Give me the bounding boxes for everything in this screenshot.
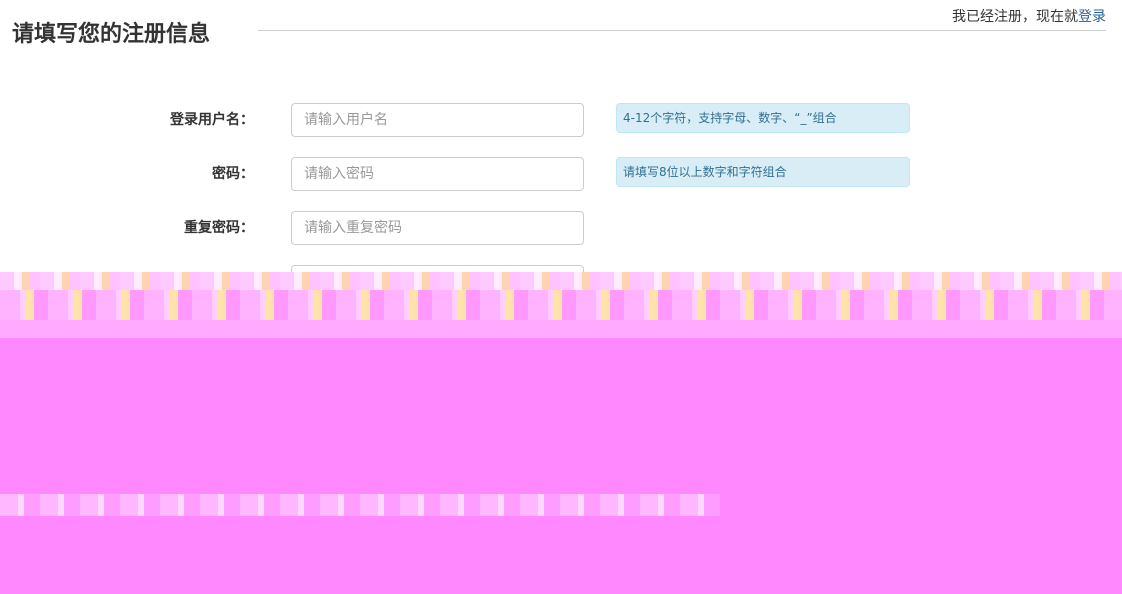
username-input[interactable]	[291, 103, 584, 137]
login-link[interactable]: 登录	[1078, 9, 1106, 25]
corrupted-band	[0, 272, 1122, 290]
username-label: 登录用户名：	[170, 112, 254, 128]
corrupted-band	[0, 290, 1122, 320]
corrupted-band	[0, 320, 1122, 338]
form-row-repeat-password: 重复密码：	[0, 211, 1122, 245]
username-hint: 4-12个字符，支持字母、数字、“_”组合	[616, 103, 910, 133]
title-divider	[258, 30, 1106, 31]
page-title: 请填写您的注册信息	[12, 22, 211, 47]
login-prompt-text: 我已经注册，现在就	[952, 9, 1078, 25]
repeat-password-input[interactable]	[291, 211, 584, 245]
login-prompt: 我已经注册，现在就登录	[952, 6, 1106, 26]
corrupted-band	[0, 494, 720, 516]
password-input[interactable]	[291, 157, 584, 191]
repeat-password-label: 重复密码：	[184, 220, 254, 236]
password-label: 密码：	[212, 166, 254, 182]
form-row-password: 密码： 请填写8位以上数字和字符组合	[0, 157, 1122, 191]
form-row-username: 登录用户名： 4-12个字符，支持字母、数字、“_”组合	[0, 103, 1122, 137]
password-hint: 请填写8位以上数字和字符组合	[616, 157, 910, 187]
